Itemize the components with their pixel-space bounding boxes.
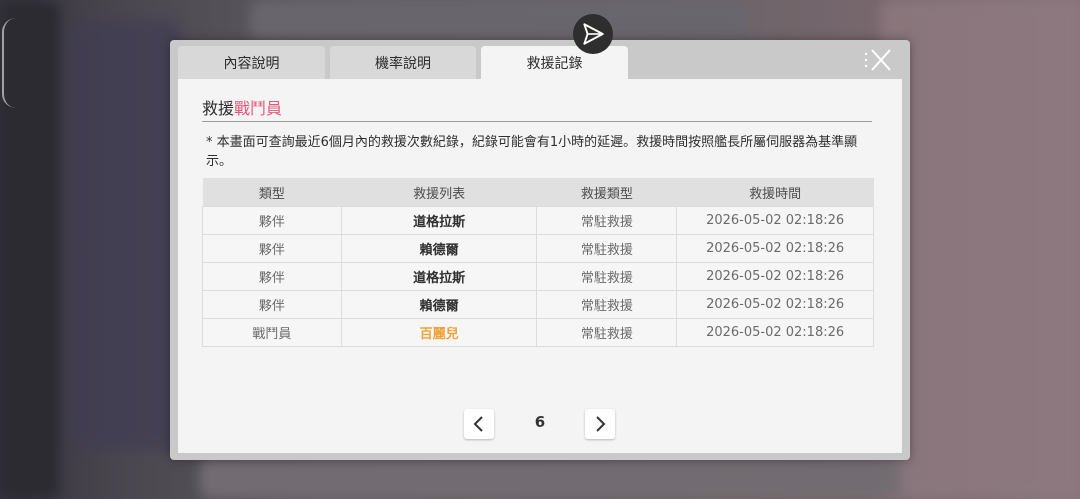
cell-type: 夥伴 [202, 206, 342, 235]
left-edge-curve [2, 18, 18, 108]
cell-name: 道格拉斯 [340, 262, 538, 291]
cell-rescue-type: 常駐救援 [536, 234, 678, 263]
cell-time: 2026-05-02 02:18:26 [676, 290, 874, 319]
table-row: 夥伴 賴德爾 常駐救援 2026-05-02 02:18:26 [202, 234, 874, 263]
cell-name: 賴德爾 [340, 290, 538, 319]
cell-time: 2026-05-02 02:18:26 [676, 318, 874, 347]
cell-name: 賴德爾 [340, 234, 538, 263]
header-rescue-time: 救援時間 [676, 178, 874, 207]
cell-time: 2026-05-02 02:18:26 [676, 234, 874, 263]
title-divider [202, 121, 872, 122]
table-header-row: 類型 救援列表 救援類型 救援時間 [202, 178, 874, 207]
section-title: 救援戰鬥員 [202, 95, 282, 119]
page-number: 6 [534, 413, 546, 431]
cell-rescue-type: 常駐救援 [536, 318, 678, 347]
cell-type: 戰鬥員 [202, 318, 342, 347]
prev-page-button[interactable] [464, 409, 494, 439]
tab-content-description[interactable]: 內容說明 [178, 46, 325, 79]
header-type: 類型 [202, 178, 342, 207]
cell-time: 2026-05-02 02:18:26 [676, 262, 874, 291]
cell-type: 夥伴 [202, 262, 342, 291]
tab-label: 內容說明 [223, 55, 280, 72]
section-title-highlight: 戰鬥員 [234, 99, 283, 118]
content-area: 救援戰鬥員 * 本畫面可查詢最近6個月內的救援次數紀錄，紀錄可能會有1小時的延遲… [178, 79, 902, 453]
close-button[interactable] [864, 46, 894, 74]
cell-time: 2026-05-02 02:18:26 [676, 206, 874, 235]
cell-rescue-type: 常駐救援 [536, 262, 678, 291]
next-page-button[interactable] [585, 409, 615, 439]
cell-rescue-type: 常駐救援 [536, 290, 678, 319]
header-rescue-type: 救援類型 [536, 178, 677, 207]
cell-type: 夥伴 [202, 290, 342, 319]
send-arrow-icon[interactable] [573, 14, 613, 54]
chevron-left-icon [473, 416, 483, 432]
cell-type: 夥伴 [202, 234, 342, 263]
notice-text: * 本畫面可查詢最近6個月內的救援次數紀錄，紀錄可能會有1小時的延遲。救援時間按… [206, 135, 858, 169]
tab-probability-description[interactable]: 機率說明 [330, 46, 476, 79]
tab-label: 機率說明 [375, 55, 431, 72]
chevron-right-icon [596, 416, 606, 432]
close-x-icon [864, 49, 891, 71]
tab-rescue-record[interactable]: 救援記錄 [481, 46, 628, 80]
header-rescue-list: 救援列表 [341, 178, 537, 207]
cell-rescue-type: 常駐救援 [536, 206, 678, 235]
tab-label: 救援記錄 [526, 56, 583, 72]
rescue-record-table: 類型 救援列表 救援類型 救援時間 夥伴 道格拉斯 常駐救援 2026-05-0… [202, 178, 874, 347]
cell-name: 道格拉斯 [340, 206, 538, 235]
table-row: 夥伴 道格拉斯 常駐救援 2026-05-02 02:18:26 [202, 262, 874, 291]
table-row: 夥伴 道格拉斯 常駐救援 2026-05-02 02:18:26 [202, 206, 874, 235]
table-row: 戰鬥員 百麗兒 常駐救援 2026-05-02 02:18:26 [202, 318, 874, 347]
cell-name: 百麗兒 [340, 318, 538, 347]
section-title-prefix: 救援 [202, 99, 235, 118]
table-row: 夥伴 賴德爾 常駐救援 2026-05-02 02:18:26 [202, 290, 874, 319]
